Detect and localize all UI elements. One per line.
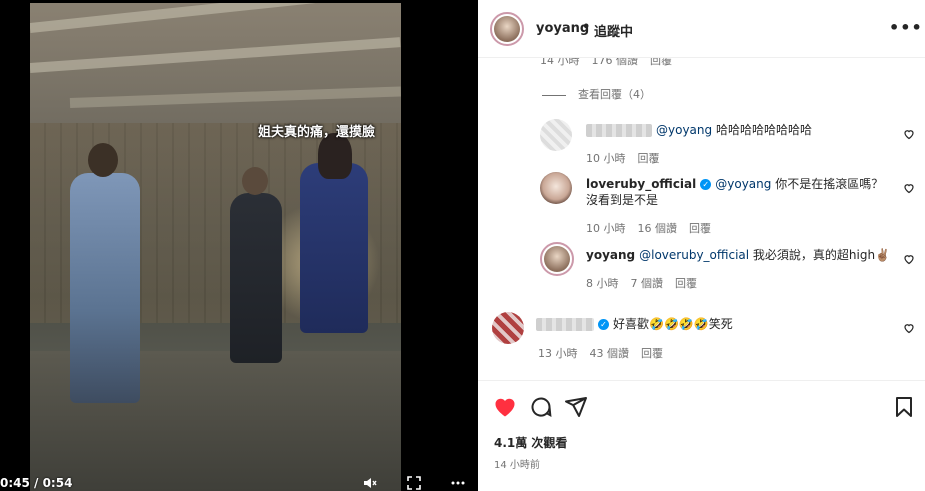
video-caption: 姐夫真的痛，還摸臉 — [258, 125, 376, 140]
share-icon[interactable] — [564, 395, 588, 419]
mention-link[interactable]: @yoyang — [656, 123, 712, 137]
avatar[interactable] — [540, 172, 572, 204]
video-frame[interactable] — [30, 3, 401, 491]
actor-figure — [230, 167, 282, 363]
like-heart-icon[interactable] — [493, 395, 517, 419]
list-item: @yoyang 哈哈哈哈哈哈哈哈 — [586, 122, 886, 138]
more-options-button[interactable]: ••• — [889, 18, 923, 37]
list-item: ✓ 好喜歡🤣🤣🤣🤣笑死 — [536, 316, 876, 332]
speaker-muted-icon[interactable] — [362, 476, 378, 490]
comment-meta: 14 小時 176 個讚 回覆 — [540, 58, 684, 68]
actor-figure — [300, 133, 368, 333]
post-header: yoyang • 追蹤中 ••• — [478, 0, 925, 58]
view-count[interactable]: 4.1萬 次觀看 — [494, 434, 567, 451]
post-actions: 4.1萬 次觀看 14 小時前 — [478, 380, 925, 491]
blurred-username[interactable] — [586, 124, 652, 137]
comment-username[interactable]: loveruby_official — [586, 177, 696, 191]
bookmark-icon[interactable] — [892, 395, 916, 419]
avatar[interactable] — [540, 119, 572, 151]
mention-link[interactable]: @loveruby_official — [639, 248, 749, 262]
more-icon[interactable] — [450, 476, 466, 490]
avatar[interactable] — [490, 12, 524, 46]
actor-figure — [70, 143, 140, 403]
separator-dot: • — [582, 20, 591, 35]
heart-outline-icon[interactable] — [903, 253, 915, 265]
avatar[interactable] — [492, 312, 524, 344]
comment-meta: 10 小時 16 個讚 回覆 — [586, 222, 711, 235]
blurred-username[interactable] — [536, 318, 594, 331]
reply-button[interactable]: 回覆 — [675, 277, 697, 290]
reply-button[interactable]: 回覆 — [641, 347, 663, 360]
video-timecode: 0:45 / 0:54 — [0, 476, 73, 490]
comment-username[interactable]: yoyang — [586, 248, 635, 262]
verified-badge-icon: ✓ — [700, 179, 712, 190]
video-player[interactable]: 姐夫真的痛，還摸臉 0:45 / 0:54 — [0, 0, 478, 491]
comment-icon[interactable] — [529, 395, 553, 419]
heart-outline-icon[interactable] — [903, 322, 915, 334]
post-panel: yoyang • 追蹤中 ••• 14 小時 176 個讚 回覆 查看回覆（4） @… — [478, 0, 925, 491]
heart-outline-icon[interactable] — [903, 128, 915, 140]
comments-list[interactable]: 14 小時 176 個讚 回覆 查看回覆（4） @yoyang 哈哈哈哈哈哈哈哈 1… — [478, 58, 925, 380]
comment-meta: 8 小時 7 個讚 回覆 — [586, 277, 697, 290]
heart-outline-icon[interactable] — [903, 182, 915, 194]
list-item: yoyang @loveruby_official 我必須說，真的超high✌🏽 — [586, 248, 891, 262]
post-timestamp: 14 小時前 — [494, 460, 540, 471]
reply-button[interactable]: 回覆 — [638, 152, 660, 165]
divider — [542, 94, 566, 96]
mention-link[interactable]: @yoyang — [715, 177, 771, 191]
verified-badge-icon: ✓ — [598, 319, 609, 330]
avatar[interactable] — [540, 242, 574, 276]
reply-button[interactable]: 回覆 — [650, 58, 672, 67]
fullscreen-icon[interactable] — [406, 476, 422, 490]
view-replies-button[interactable]: 查看回覆（4） — [542, 86, 651, 102]
comment-meta: 13 小時 43 個讚 回覆 — [538, 347, 663, 360]
list-item: loveruby_official ✓ @yoyang 你不是在搖滾區嗎？沒看到是不… — [586, 177, 884, 207]
following-button[interactable]: 追蹤中 — [594, 21, 633, 40]
reply-button[interactable]: 回覆 — [689, 222, 711, 235]
comment-meta: 10 小時 回覆 — [586, 152, 660, 165]
